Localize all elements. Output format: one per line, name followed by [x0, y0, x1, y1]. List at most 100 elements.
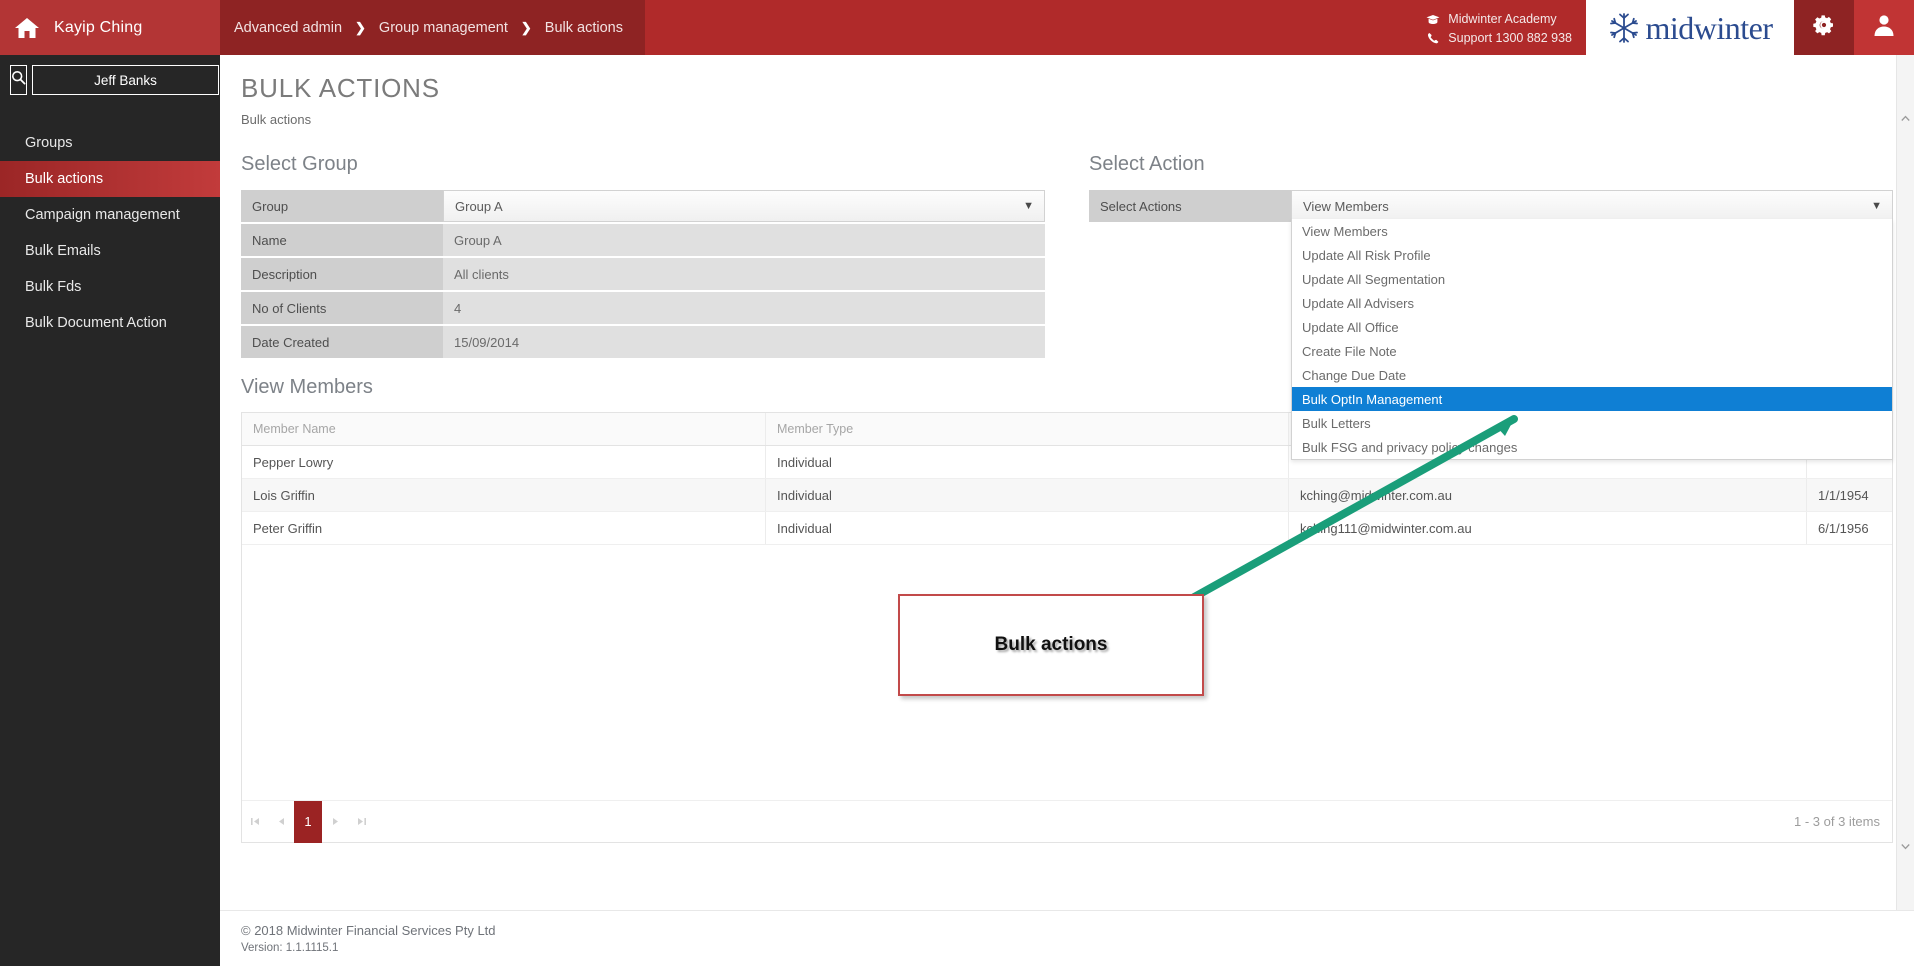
- graduation-cap-icon: [1425, 14, 1441, 25]
- dropdown-option-bulk-optin-management[interactable]: Bulk OptIn Management: [1292, 387, 1892, 411]
- dropdown-option-label: Update All Advisers: [1302, 295, 1415, 311]
- sidebar-item-bulk-emails[interactable]: Bulk Emails: [0, 233, 220, 269]
- chevron-down-icon: ▼: [1023, 200, 1034, 212]
- brand-name: Kayip Ching: [54, 18, 143, 36]
- group-name-value: Group A: [443, 224, 1045, 256]
- breadcrumb-item-advanced-admin[interactable]: Advanced admin: [234, 20, 342, 36]
- select-action-title: Select Action: [1089, 153, 1205, 175]
- main-content: BULK ACTIONS Bulk actions Select Group G…: [220, 55, 1914, 910]
- prev-page-button[interactable]: [268, 809, 294, 835]
- page-header: BULK ACTIONS Bulk actions: [220, 55, 1914, 127]
- settings-button[interactable]: [1794, 0, 1854, 55]
- group-dropdown-value: Group A: [455, 198, 503, 214]
- next-page-button[interactable]: [322, 809, 348, 835]
- dropdown-option-label: Update All Risk Profile: [1302, 247, 1431, 263]
- gear-icon: [1812, 13, 1836, 42]
- midwinter-logo[interactable]: midwinter: [1586, 0, 1794, 55]
- vertical-scrollbar[interactable]: [1896, 55, 1914, 910]
- pagination-info: 1 - 3 of 3 items: [1794, 814, 1880, 829]
- group-clients-value: 4: [443, 292, 1045, 324]
- column-header-member-name[interactable]: Member Name: [242, 413, 765, 445]
- sidebar: Groups Bulk actions Campaign management …: [0, 55, 220, 966]
- form-columns: Select Group Group Group A ▼ Name Group …: [220, 127, 1914, 460]
- midwinter-academy-link[interactable]: Midwinter Academy: [1425, 10, 1557, 29]
- search-icon: [11, 70, 26, 90]
- contact-block: Midwinter Academy Support 1300 882 938: [1425, 0, 1572, 55]
- scroll-up-icon[interactable]: [1897, 110, 1914, 127]
- breadcrumb-item-group-management[interactable]: Group management: [379, 20, 508, 36]
- group-date-created-label: Date Created: [241, 326, 443, 358]
- cell-member-name: Lois Griffin: [253, 487, 315, 503]
- page-subtitle: Bulk actions: [241, 112, 312, 127]
- footer-version: Version: 1.1.1115.1: [241, 942, 339, 954]
- scroll-down-icon[interactable]: [1897, 838, 1914, 855]
- select-actions-value: View Members: [1303, 198, 1389, 214]
- sidebar-nav: Groups Bulk actions Campaign management …: [0, 125, 220, 341]
- dropdown-option-change-due-date[interactable]: Change Due Date: [1292, 363, 1892, 387]
- midwinter-logo-text: midwinter: [1645, 9, 1773, 46]
- sidebar-item-groups[interactable]: Groups: [0, 125, 220, 161]
- dropdown-option-create-file-note[interactable]: Create File Note: [1292, 339, 1892, 363]
- chevron-down-icon: ▼: [1871, 200, 1882, 212]
- select-group-panel: Select Group Group Group A ▼ Name Group …: [241, 153, 1045, 360]
- breadcrumb-separator-icon: ❯: [355, 20, 366, 35]
- column-header-member-type[interactable]: Member Type: [765, 413, 1288, 445]
- dropdown-option-update-all-segmentation[interactable]: Update All Segmentation: [1292, 267, 1892, 291]
- sidebar-item-campaign-management[interactable]: Campaign management: [0, 197, 220, 233]
- phone-icon: [1425, 32, 1441, 45]
- dropdown-option-bulk-letters[interactable]: Bulk Letters: [1292, 411, 1892, 435]
- group-name-label: Name: [241, 224, 443, 256]
- group-description-row: Description All clients: [241, 258, 1045, 290]
- dropdown-option-label: Create File Note: [1302, 343, 1397, 359]
- group-clients-row: No of Clients 4: [241, 292, 1045, 324]
- group-dropdown[interactable]: Group A ▼: [443, 190, 1045, 222]
- group-clients-label: No of Clients: [241, 292, 443, 324]
- cell-member-type: Individual: [765, 446, 1288, 478]
- support-phone[interactable]: Support 1300 882 938: [1425, 29, 1572, 48]
- sidebar-item-label: Groups: [25, 135, 73, 151]
- page-title: BULK ACTIONS: [241, 73, 440, 103]
- dropdown-option-update-all-risk-profile[interactable]: Update All Risk Profile: [1292, 243, 1892, 267]
- user-avatar-icon: [1871, 12, 1897, 43]
- group-name-row: Name Group A: [241, 224, 1045, 256]
- last-page-button[interactable]: [348, 809, 374, 835]
- annotation-label: Bulk actions: [994, 634, 1108, 655]
- dropdown-option-label: Bulk FSG and privacy policy changes: [1302, 439, 1518, 455]
- sidebar-item-bulk-fds[interactable]: Bulk Fds: [0, 269, 220, 305]
- brand-block[interactable]: Kayip Ching: [0, 0, 220, 55]
- sidebar-item-label: Bulk actions: [25, 171, 104, 187]
- select-actions-dropdown[interactable]: View Members ▼: [1291, 190, 1893, 222]
- page-number-1[interactable]: 1: [294, 800, 322, 843]
- home-icon: [14, 16, 40, 40]
- select-actions-label: Select Actions: [1089, 190, 1291, 222]
- select-group-title: Select Group: [241, 153, 358, 175]
- group-description-label: Description: [241, 258, 443, 290]
- support-phone-label: Support 1300 882 938: [1448, 30, 1572, 45]
- search-input[interactable]: [32, 65, 219, 95]
- breadcrumb-separator-icon-2: ❯: [520, 20, 532, 35]
- cell-member-type: Individual: [765, 512, 1288, 544]
- first-page-button[interactable]: [242, 809, 268, 835]
- dropdown-option-update-all-advisers[interactable]: Update All Advisers: [1292, 291, 1892, 315]
- sidebar-item-label: Bulk Document Action: [25, 315, 167, 331]
- footer: © 2018 Midwinter Financial Services Pty …: [220, 910, 1914, 966]
- top-bar: Kayip Ching Advanced admin ❯ Group manag…: [0, 0, 1914, 55]
- breadcrumb: Advanced admin ❯ Group management ❯ Bulk…: [220, 0, 645, 55]
- search-button[interactable]: [10, 65, 27, 95]
- group-date-created-row: Date Created 15/09/2014: [241, 326, 1045, 358]
- sidebar-item-bulk-document-action[interactable]: Bulk Document Action: [0, 305, 220, 341]
- sidebar-item-bulk-actions[interactable]: Bulk actions: [0, 161, 220, 197]
- dropdown-option-update-all-office[interactable]: Update All Office: [1292, 315, 1892, 339]
- cell-email: kching@midwinter.com.au: [1288, 479, 1806, 511]
- user-menu-button[interactable]: [1854, 0, 1914, 55]
- dropdown-option-bulk-fsg-privacy[interactable]: Bulk FSG and privacy policy changes: [1292, 435, 1892, 459]
- sidebar-item-label: Campaign management: [25, 207, 180, 223]
- breadcrumb-item-bulk-actions[interactable]: Bulk actions: [545, 20, 623, 36]
- dropdown-option-view-members[interactable]: View Members: [1292, 219, 1892, 243]
- midwinter-academy-label: Midwinter Academy: [1448, 11, 1557, 26]
- select-actions-row: Select Actions View Members ▼: [1089, 190, 1893, 222]
- select-actions-dropdown-list[interactable]: View Members Update All Risk Profile Upd…: [1291, 219, 1893, 460]
- table-row[interactable]: Peter Griffin Individual kching111@midwi…: [242, 512, 1892, 545]
- sidebar-item-label: Bulk Fds: [25, 279, 82, 295]
- table-row[interactable]: Lois Griffin Individual kching@midwinter…: [242, 479, 1892, 512]
